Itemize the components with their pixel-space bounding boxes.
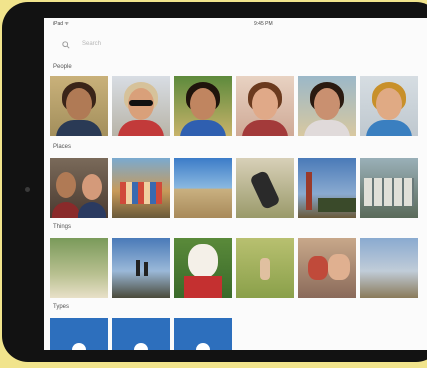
carrier-label: iPad ᯤ [53, 21, 69, 27]
places-row [50, 158, 427, 218]
type-thumbnail[interactable] [174, 318, 232, 350]
search-bar[interactable]: Search [44, 30, 427, 62]
camera-dot [25, 187, 30, 192]
people-row [50, 76, 427, 136]
thing-thumbnail[interactable] [236, 238, 294, 298]
place-thumbnail[interactable] [298, 158, 356, 218]
types-row [50, 318, 427, 350]
clock: 9:45 PM [254, 21, 273, 27]
type-thumbnail[interactable] [112, 318, 170, 350]
section-title-types: Types [53, 304, 70, 310]
type-icon [134, 343, 148, 350]
thing-thumbnail[interactable] [174, 238, 232, 298]
section-title-places: Places [53, 144, 72, 150]
place-thumbnail[interactable] [360, 158, 418, 218]
place-thumbnail[interactable] [236, 158, 294, 218]
thing-thumbnail[interactable] [298, 238, 356, 298]
section-title-things: Things [53, 224, 72, 230]
photos-search-screen: iPad ᯤ 9:45 PM Search People Places Thin… [44, 18, 427, 350]
section-title-people: People [53, 64, 72, 70]
status-bar: iPad ᯤ 9:45 PM [44, 18, 427, 30]
search-icon [62, 41, 70, 49]
person-thumbnail[interactable] [236, 76, 294, 136]
person-thumbnail[interactable] [360, 76, 418, 136]
search-input[interactable]: Search [82, 41, 101, 47]
person-thumbnail[interactable] [112, 76, 170, 136]
person-thumbnail[interactable] [298, 76, 356, 136]
things-row [50, 238, 427, 298]
type-icon [196, 343, 210, 350]
type-icon [72, 343, 86, 350]
thing-thumbnail[interactable] [360, 238, 418, 298]
place-thumbnail[interactable] [174, 158, 232, 218]
place-thumbnail[interactable] [112, 158, 170, 218]
place-thumbnail[interactable] [50, 158, 108, 218]
type-thumbnail[interactable] [50, 318, 108, 350]
thing-thumbnail[interactable] [112, 238, 170, 298]
thing-thumbnail[interactable] [50, 238, 108, 298]
person-thumbnail[interactable] [174, 76, 232, 136]
person-thumbnail[interactable] [50, 76, 108, 136]
